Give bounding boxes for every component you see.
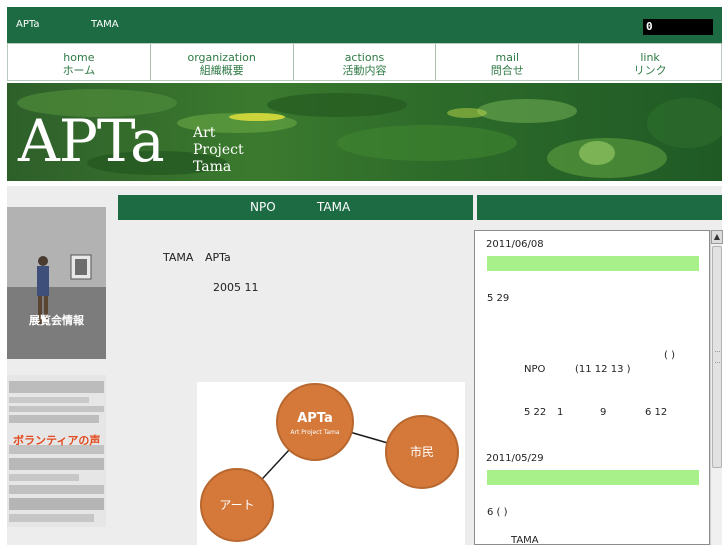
main-nav: home ホーム organization 組織概要 actions 活動内容 …	[7, 43, 722, 81]
news-scrollbar[interactable]: ▲	[710, 230, 723, 545]
news-text-6: TAMA	[511, 535, 539, 545]
nav-link-en: link	[640, 51, 660, 64]
news-bar-1	[487, 256, 699, 271]
main-section-header: NPO TAMA	[118, 195, 473, 220]
main-title-right: TAMA	[317, 200, 351, 214]
nav-mail-jp: 問合せ	[490, 64, 524, 77]
top-bar: APTa TAMA 0	[7, 7, 722, 43]
news-panel[interactable]: 2011/06/08 5 29 ( ) NPO (11 12 13 ) 5 22…	[474, 230, 710, 545]
nav-home-jp: ホーム	[62, 64, 96, 77]
visitor-counter: 0	[643, 19, 713, 35]
nav-link-jp: リンク	[633, 64, 667, 77]
news-text-4c: 9	[600, 407, 607, 418]
news-date-2: 2011/05/29	[486, 453, 544, 464]
scrollbar-grip-icon	[715, 351, 720, 363]
scroll-up-arrow-icon[interactable]: ▲	[711, 230, 723, 244]
volunteer-label: ボランティアの声	[13, 434, 101, 447]
intro-text-1a: TAMA	[163, 251, 194, 264]
nav-mail-en: mail	[495, 51, 520, 64]
news-text-5: 6 ( )	[487, 507, 508, 518]
news-text-1: 5 29	[487, 293, 510, 304]
intro-text-1b: APTa	[205, 251, 231, 264]
scrollbar-thumb[interactable]	[712, 246, 722, 468]
exhibition-info-link[interactable]: 展覧会情報	[7, 207, 106, 359]
news-text-3a: NPO	[524, 364, 546, 375]
news-section-header	[477, 195, 722, 220]
banner-logo: APTa	[18, 107, 165, 175]
news-text-4a: 5 22	[524, 407, 547, 418]
news-text-4b: 1	[557, 407, 564, 418]
nav-organization-en: organization	[187, 51, 256, 64]
banner-logo-subtitle: Art Project Tama	[193, 125, 244, 175]
news-text-4d: 6 12	[645, 407, 668, 418]
nav-mail[interactable]: mail 問合せ	[436, 44, 580, 80]
header-banner: APTa Art Project Tama	[7, 83, 722, 181]
volunteer-voices-link[interactable]: ボランティアの声	[7, 375, 106, 527]
exhibition-photo	[7, 207, 106, 359]
nav-organization[interactable]: organization 組織概要	[151, 44, 294, 80]
organization-diagram: APTa Art Project Tama 市民 アート	[197, 382, 465, 545]
nav-actions-en: actions	[344, 51, 385, 64]
news-text-3b: (11 12 13 )	[575, 364, 631, 375]
nav-home[interactable]: home ホーム	[8, 44, 151, 80]
node-citizens-label: 市民	[410, 444, 434, 459]
news-date-1: 2011/06/08	[486, 239, 544, 250]
main-title-left: NPO	[250, 200, 276, 214]
nav-home-en: home	[63, 51, 95, 64]
site-brand: APTa	[16, 19, 40, 30]
names-collage	[7, 375, 106, 527]
nav-actions-jp: 活動内容	[342, 64, 387, 77]
nav-link[interactable]: link リンク	[579, 44, 721, 80]
exhibition-label: 展覧会情報	[29, 314, 84, 327]
intro-text-2: 2005 11	[213, 281, 259, 294]
nav-organization-jp: 組織概要	[199, 64, 244, 77]
node-apta-title: APTa	[297, 411, 333, 426]
nav-actions[interactable]: actions 活動内容	[294, 44, 437, 80]
site-subtitle: TAMA	[91, 19, 119, 30]
news-text-2: ( )	[664, 350, 675, 361]
news-bar-2	[487, 470, 699, 485]
content-area: 展覧会情報 ボランティアの声 NPO TAMA TAMA APTa 2005 1…	[7, 186, 723, 545]
node-art-label: アート	[219, 498, 254, 512]
node-apta-subtitle: Art Project Tama	[290, 429, 339, 436]
